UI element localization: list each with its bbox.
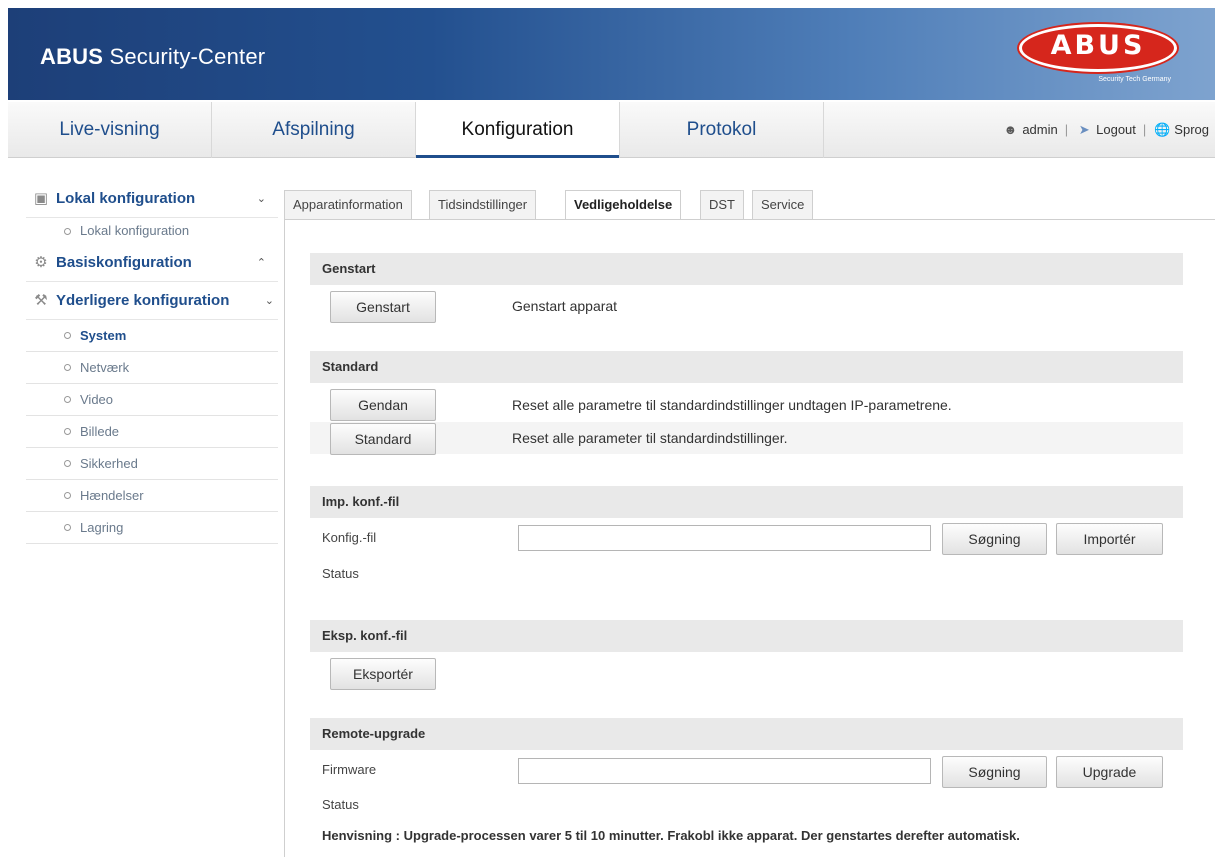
section-reboot-title: Genstart	[310, 253, 1183, 285]
export-button[interactable]: Eksportér	[330, 658, 436, 690]
wrench-icon: ⚒	[34, 292, 48, 309]
reboot-description: Genstart apparat	[512, 298, 618, 314]
tab-device-info[interactable]: Apparatinformation	[284, 190, 412, 220]
globe-icon: 🌐	[1154, 122, 1171, 137]
sidebar-item-local-config[interactable]: Lokal konfiguration	[26, 218, 278, 244]
nav-tab-configuration[interactable]: Konfiguration	[416, 102, 620, 158]
sidebar-item-security[interactable]: Sikkerhed	[26, 448, 278, 480]
sidebar-section-local[interactable]: ▣ Lokal konfiguration ⌄	[26, 180, 278, 218]
default-description: Reset alle parameter til standardindstil…	[512, 430, 788, 446]
bullet-icon	[64, 228, 71, 235]
sidebar-item-video[interactable]: Video	[26, 384, 278, 416]
import-button[interactable]: Importér	[1056, 523, 1163, 555]
gear-icon: ⚙	[34, 254, 48, 271]
separator: |	[1142, 122, 1147, 137]
section-export-title: Eksp. konf.-fil	[310, 620, 1183, 652]
upgrade-status-label: Status	[322, 797, 359, 812]
config-file-label: Konfig.-fil	[322, 530, 377, 545]
upgrade-button[interactable]: Upgrade	[1056, 756, 1163, 788]
monitor-icon: ▣	[33, 190, 49, 207]
config-file-input[interactable]	[518, 525, 931, 551]
logout-link[interactable]: ➤ Logout	[1075, 102, 1136, 158]
reboot-button[interactable]: Genstart	[330, 291, 436, 323]
user-icon: ☻	[1003, 122, 1018, 137]
language-menu[interactable]: 🌐 Sprog	[1153, 102, 1209, 158]
upgrade-hint: Henvisning : Upgrade-processen varer 5 t…	[322, 828, 1020, 843]
separator: |	[1064, 122, 1069, 137]
sidebar-item-system[interactable]: System	[26, 320, 278, 352]
firmware-browse-button[interactable]: Søgning	[942, 756, 1047, 788]
tab-maintenance[interactable]: Vedligeholdelse	[565, 190, 682, 221]
sidebar-item-network[interactable]: Netværk	[26, 352, 278, 384]
nav-tab-live[interactable]: Live-visning	[8, 102, 212, 158]
sidebar-item-events[interactable]: Hændelser	[26, 480, 278, 512]
tab-time-settings[interactable]: Tidsindstillinger	[429, 190, 537, 220]
restore-description: Reset alle parametre til standardindstil…	[512, 397, 952, 413]
section-upgrade-title: Remote-upgrade	[310, 718, 1183, 750]
sidebar-item-storage[interactable]: Lagring	[26, 512, 278, 544]
tab-dst[interactable]: DST	[700, 190, 744, 220]
section-defaults-title: Standard	[310, 351, 1183, 383]
sidebar: ▣ Lokal konfiguration ⌄ Lokal konfigurat…	[26, 180, 278, 544]
restore-button[interactable]: Gendan	[330, 389, 436, 421]
sidebar-section-advanced[interactable]: ⚒ Yderligere konfiguration ⌄	[26, 282, 278, 320]
bullet-icon	[64, 396, 71, 403]
bullet-icon	[64, 524, 71, 531]
sidebar-section-basic[interactable]: ⚙ Basiskonfiguration ⌃	[26, 244, 278, 282]
config-browse-button[interactable]: Søgning	[942, 523, 1047, 555]
bullet-icon	[64, 428, 71, 435]
bullet-icon	[64, 364, 71, 371]
import-status-label: Status	[322, 566, 359, 581]
section-import-title: Imp. konf.-fil	[310, 486, 1183, 518]
abus-logo: ABUS Security Tech Germany	[1019, 24, 1177, 88]
logout-icon: ➤	[1078, 122, 1090, 137]
bullet-icon	[64, 460, 71, 467]
firmware-file-input[interactable]	[518, 758, 931, 784]
chevron-down-icon: ⌄	[256, 193, 266, 205]
bullet-icon	[64, 492, 71, 499]
nav-tab-playback[interactable]: Afspilning	[212, 102, 416, 158]
logo-tagline: Security Tech Germany	[1098, 76, 1171, 83]
bullet-icon	[64, 332, 71, 339]
default-button[interactable]: Standard	[330, 423, 436, 455]
tab-service[interactable]: Service	[752, 190, 814, 220]
nav-tab-log[interactable]: Protokol	[620, 102, 824, 158]
app-header: ABUS Security-Center ABUS Security Tech …	[8, 8, 1215, 100]
user-bar: ☻ admin | ➤ Logout | 🌐 Sprog	[1001, 102, 1209, 158]
firmware-label: Firmware	[322, 762, 377, 777]
main-nav: Live-visning Afspilning Konfiguration Pr…	[8, 102, 1215, 158]
chevron-down-icon: ⌄	[264, 295, 274, 307]
logo-text: ABUS	[1050, 30, 1146, 61]
app-title: ABUS Security-Center	[40, 44, 266, 69]
user-menu[interactable]: ☻ admin	[1001, 102, 1057, 158]
chevron-up-icon: ⌃	[256, 257, 266, 269]
sidebar-item-image[interactable]: Billede	[26, 416, 278, 448]
